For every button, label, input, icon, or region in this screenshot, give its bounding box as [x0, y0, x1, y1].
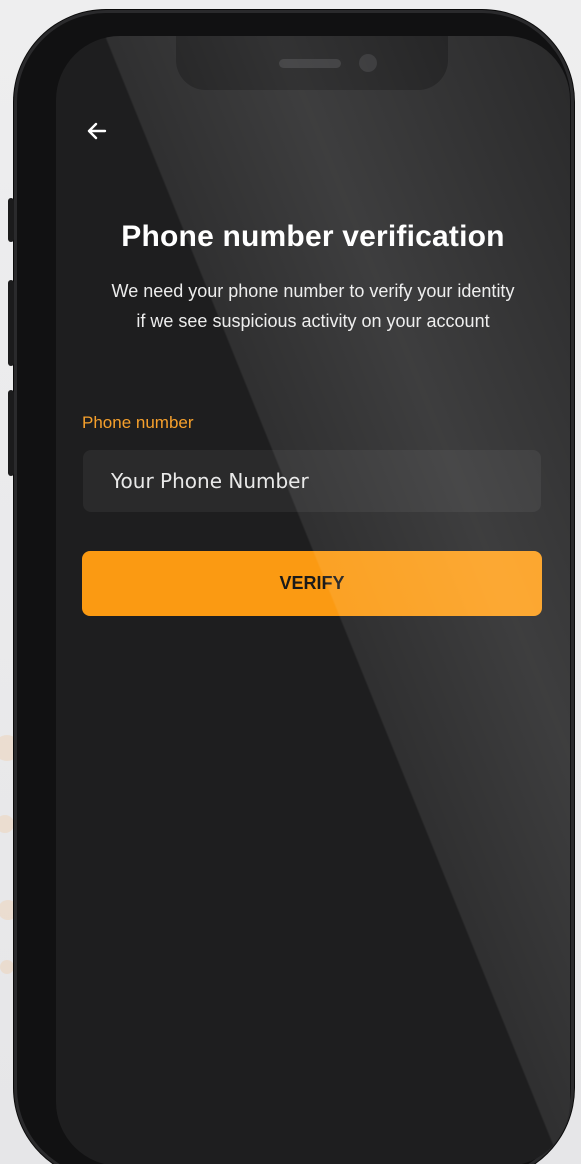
back-button[interactable]: [82, 118, 112, 148]
front-camera: [359, 54, 377, 72]
background-scene: Phone number verification We need your p…: [0, 0, 581, 1164]
page-title: Phone number verification: [121, 220, 505, 253]
app-screen: Phone number verification We need your p…: [56, 36, 570, 1164]
phone-notch: [176, 36, 448, 90]
phone-frame: Phone number verification We need your p…: [8, 10, 574, 1164]
speaker-grille: [279, 59, 341, 68]
phone-number-input[interactable]: [83, 450, 541, 512]
phone-number-label: Phone number: [82, 413, 194, 432]
background-decoration: [0, 815, 14, 833]
background-decoration: [0, 960, 14, 974]
arrow-left-icon: [85, 119, 109, 147]
phone-volume-down-button: [8, 390, 14, 476]
phone-volume-up-button: [8, 280, 14, 366]
verify-button[interactable]: VERIFY: [82, 551, 542, 616]
page-description: We need your phone number to verify your…: [111, 281, 515, 331]
phone-mute-switch: [8, 198, 14, 242]
